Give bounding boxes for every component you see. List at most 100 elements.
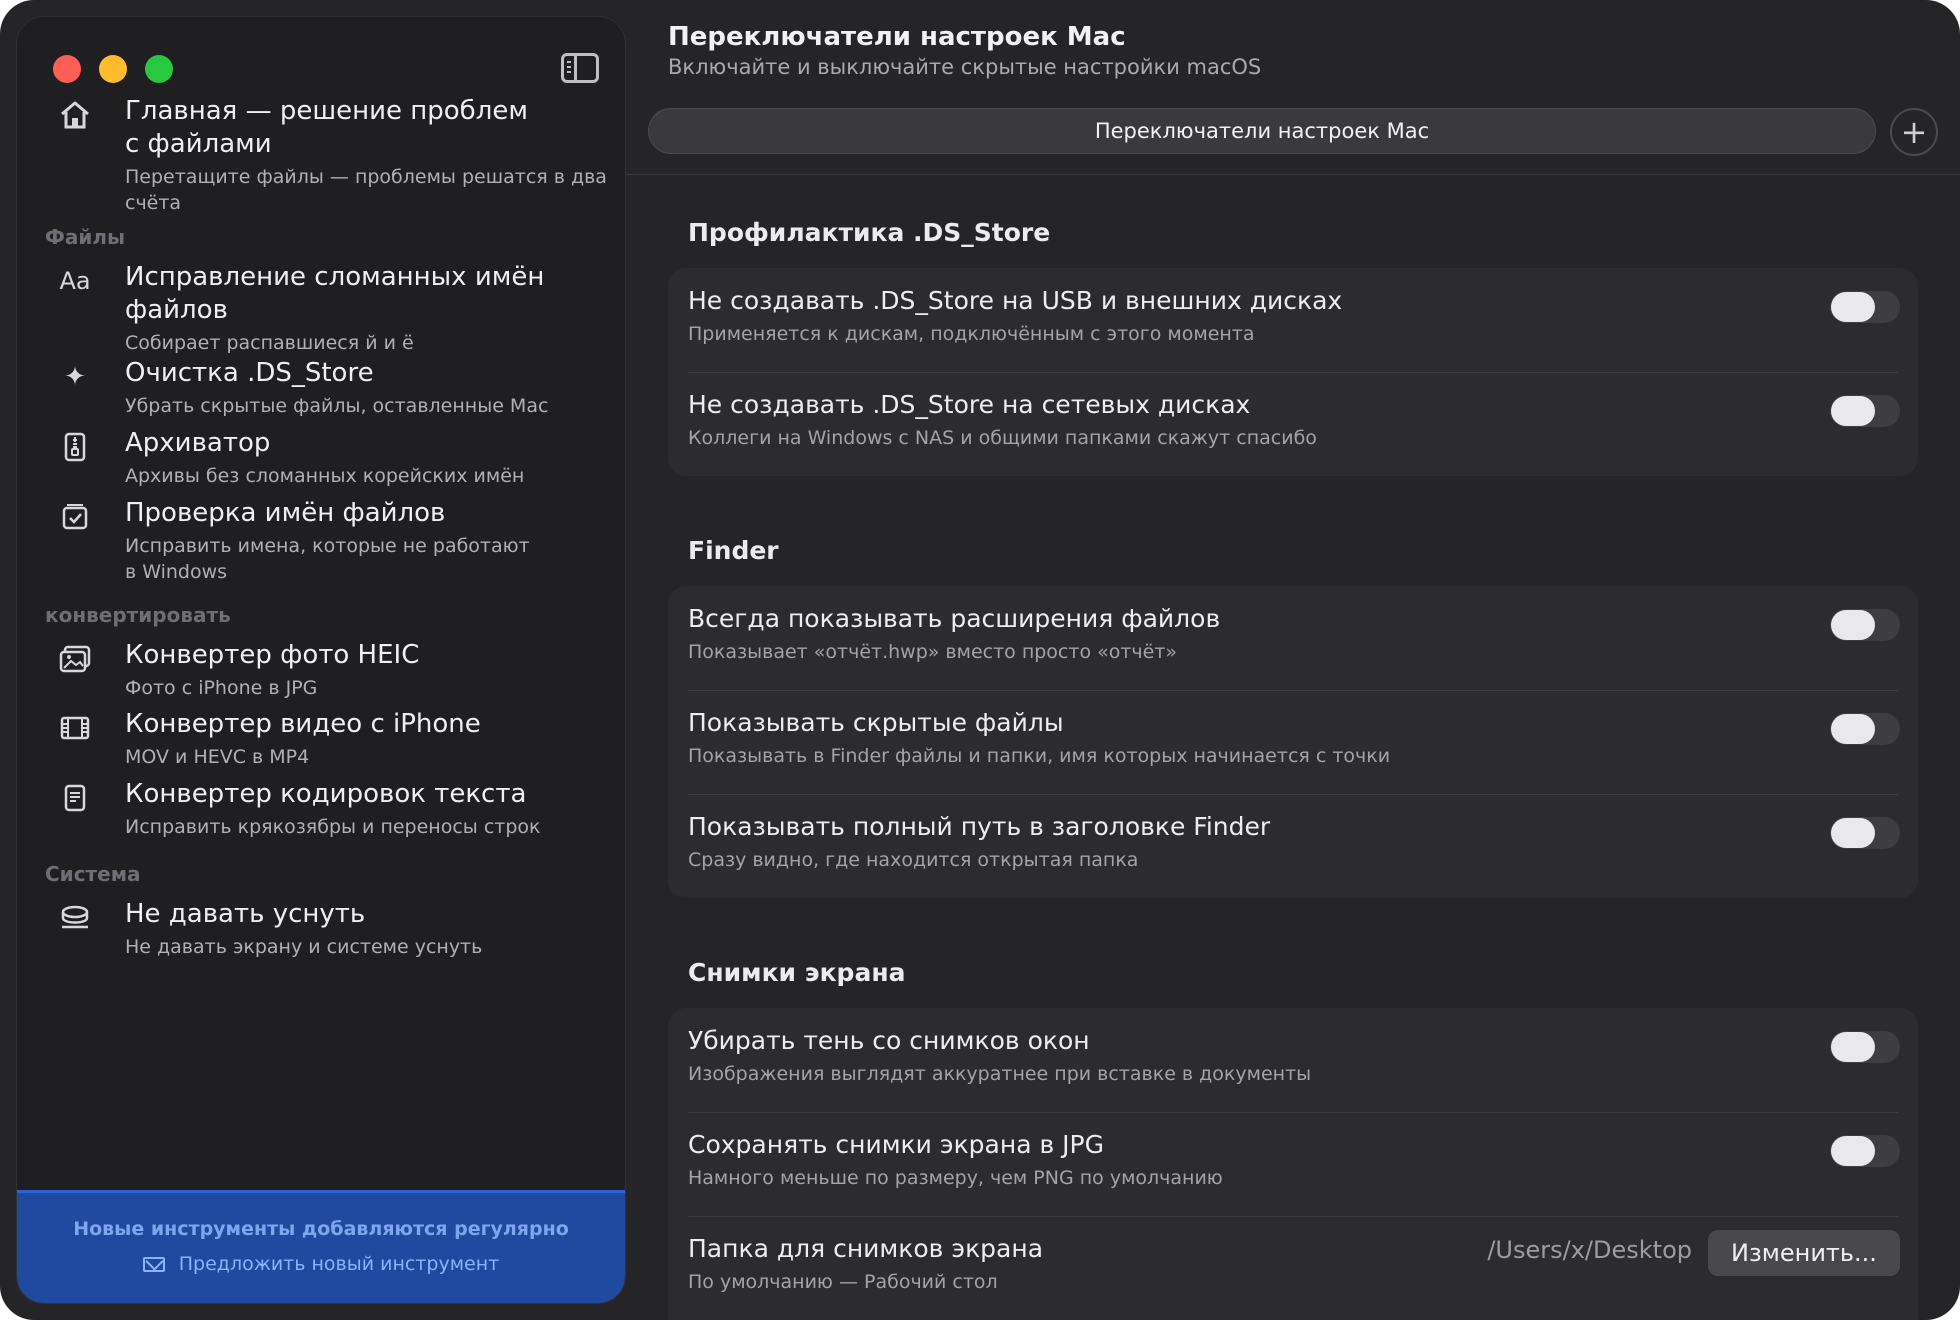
setting-subtitle: Коллеги на Windows с NAS и общими папкам… [688, 427, 1317, 449]
sparkles-icon: ✦ [64, 362, 86, 392]
settings-card-finder: Всегда показывать расширения файлов Пока… [668, 586, 1918, 898]
checklist-icon [57, 499, 93, 535]
sidebar-item-title: Конвертер кодировок текста [125, 779, 527, 809]
sidebar-item-title: с файлами [125, 129, 272, 159]
sidebar-item-home[interactable]: Главная — решение проблем с файлами Пере… [57, 95, 617, 216]
minimize-window-button[interactable] [99, 55, 127, 83]
setting-toggle[interactable] [1830, 291, 1900, 323]
setting-title: Не создавать .DS_Store на USB и внешних … [688, 286, 1343, 315]
photo-icon [57, 641, 93, 677]
page-subtitle: Включайте и выключайте скрытые настройки… [668, 55, 1262, 79]
sidebar-item-subtitle: Собирает распавшиеся й и ё [125, 332, 414, 354]
header-divider [626, 174, 1960, 175]
sidebar-item-ds-store-clean[interactable]: ✦ Очистка .DS_Store Убрать скрытые файлы… [57, 357, 617, 419]
setting-subtitle: По умолчанию — Рабочий стол [688, 1271, 998, 1293]
film-icon [57, 710, 93, 746]
sidebar-footer: Новые инструменты добавляются регулярно … [17, 1190, 625, 1303]
sidebar: Главная — решение проблем с файлами Пере… [16, 16, 626, 1304]
sidebar-item-subtitle: Перетащите файлы — проблемы решатся в дв… [125, 166, 607, 188]
sidebar-item-subtitle: Не давать экрану и системе уснуть [125, 936, 483, 958]
text-aa-icon: Aa [59, 267, 91, 295]
setting-toggle[interactable] [1830, 1031, 1900, 1063]
sidebar-item-title: Проверка имён файлов [125, 498, 446, 528]
sidebar-item-subtitle: Убрать скрытые файлы, оставленные Mac [125, 395, 549, 417]
setting-row: Не создавать .DS_Store на сетевых дисках… [668, 372, 1918, 476]
setting-toggle[interactable] [1830, 395, 1900, 427]
sidebar-item-encoding-converter[interactable]: Конвертер кодировок текста Исправить кря… [57, 778, 617, 840]
setting-title: Убирать тень со снимков окон [688, 1026, 1090, 1055]
tab-mac-toggles[interactable]: Переключатели настроек Mac [1095, 119, 1429, 143]
page-title: Переключатели настроек Mac [668, 22, 1126, 52]
settings-card-screenshots: Убирать тень со снимков окон Изображения… [668, 1008, 1918, 1320]
sidebar-item-archiver[interactable]: Архиватор Архивы без сломанных корейских… [57, 427, 617, 489]
setting-toggle[interactable] [1830, 817, 1900, 849]
zoom-window-button[interactable] [145, 55, 173, 83]
setting-title: Не создавать .DS_Store на сетевых дисках [688, 390, 1251, 419]
setting-subtitle: Сразу видно, где находится открытая папк… [688, 849, 1139, 871]
setting-row: Всегда показывать расширения файлов Пока… [668, 586, 1918, 690]
setting-row: Папка для снимков экрана По умолчанию — … [668, 1216, 1918, 1320]
sidebar-item-title: Исправление сломанных имён [125, 262, 545, 292]
setting-title: Всегда показывать расширения файлов [688, 604, 1221, 633]
sidebar-item-filename-fix[interactable]: Aa Исправление сломанных имён файлов Соб… [57, 261, 617, 356]
tab-bar: Переключатели настроек Mac [648, 108, 1876, 154]
sidebar-item-subtitle: Исправить крякозябры и переносы строк [125, 816, 541, 838]
section-label-convert: конвертировать [45, 603, 231, 627]
setting-toggle[interactable] [1830, 609, 1900, 641]
setting-toggle[interactable] [1830, 1135, 1900, 1167]
document-icon [57, 780, 93, 816]
settings-card-ds-store: Не создавать .DS_Store на USB и внешних … [668, 268, 1918, 476]
group-title-screenshots: Снимки экрана [688, 958, 906, 987]
sidebar-item-subtitle: счёта [125, 192, 182, 214]
setting-subtitle: Применяется к дискам, подключённым с это… [688, 323, 1255, 345]
sidebar-item-title: Очистка .DS_Store [125, 358, 374, 388]
screenshot-folder-path: /Users/x/Desktop [1487, 1236, 1692, 1264]
setting-row: Убирать тень со снимков окон Изображения… [668, 1008, 1918, 1112]
setting-row: Показывать полный путь в заголовке Finde… [668, 794, 1918, 898]
setting-row: Показывать скрытые файлы Показывать в Fi… [668, 690, 1918, 794]
sidebar-item-subtitle: Архивы без сломанных корейских имён [125, 465, 525, 487]
section-label-system: Система [45, 862, 141, 886]
section-label-files: Файлы [45, 225, 126, 249]
group-title-ds-store: Профилактика .DS_Store [688, 218, 1051, 247]
house-icon [57, 97, 93, 133]
suggest-tool-label: Предложить новый инструмент [178, 1253, 500, 1275]
setting-subtitle: Намного меньше по размеру, чем PNG по ум… [688, 1167, 1223, 1189]
sidebar-item-subtitle: Исправить имена, которые не работают [125, 535, 530, 557]
setting-title: Показывать полный путь в заголовке Finde… [688, 812, 1271, 841]
setting-toggle[interactable] [1830, 713, 1900, 745]
change-folder-button[interactable]: Изменить... [1708, 1230, 1900, 1276]
group-title-finder: Finder [688, 536, 779, 565]
main-content: Переключатели настроек Mac Включайте и в… [626, 0, 1960, 1320]
sidebar-item-title: файлов [125, 295, 228, 325]
sidebar-item-title: Архиватор [125, 428, 271, 458]
setting-title: Показывать скрытые файлы [688, 708, 1064, 737]
window-controls [53, 55, 173, 83]
footer-note: Новые инструменты добавляются регулярно [73, 1218, 569, 1240]
setting-title: Папка для снимков экрана [688, 1234, 1044, 1263]
sidebar-item-subtitle: в Windows [125, 561, 228, 583]
cup-icon [57, 900, 93, 936]
close-window-button[interactable] [53, 55, 81, 83]
setting-subtitle: Показывать в Finder файлы и папки, имя к… [688, 745, 1391, 767]
sidebar-item-keep-awake[interactable]: Не давать уснуть Не давать экрану и сист… [57, 898, 617, 960]
suggest-tool-link[interactable]: Предложить новый инструмент [17, 1253, 625, 1275]
sidebar-item-filename-check[interactable]: Проверка имён файлов Исправить имена, ко… [57, 497, 617, 585]
sidebar-item-title: Конвертер видео с iPhone [125, 709, 481, 739]
sidebar-item-title: Главная — решение проблем [125, 96, 528, 126]
setting-subtitle: Изображения выглядят аккуратнее при вста… [688, 1063, 1312, 1085]
sidebar-item-subtitle: MOV и HEVC в MP4 [125, 746, 310, 768]
setting-row: Не создавать .DS_Store на USB и внешних … [668, 268, 1918, 372]
setting-subtitle: Показывает «отчёт.hwp» вместо просто «от… [688, 641, 1178, 663]
archive-icon [57, 429, 93, 465]
sidebar-item-title: Конвертер фото HEIC [125, 640, 420, 670]
envelope-icon [142, 1257, 165, 1272]
sidebar-toggle-icon[interactable] [561, 53, 599, 83]
sidebar-item-title: Не давать уснуть [125, 899, 366, 929]
sidebar-item-video-converter[interactable]: Конвертер видео с iPhone MOV и HEVC в MP… [57, 708, 617, 770]
add-tab-button[interactable]: + [1890, 108, 1938, 156]
sidebar-item-subtitle: Фото с iPhone в JPG [125, 677, 318, 699]
setting-row: Сохранять снимки экрана в JPG Намного ме… [668, 1112, 1918, 1216]
sidebar-item-heic-converter[interactable]: Конвертер фото HEIC Фото с iPhone в JPG [57, 639, 617, 701]
setting-title: Сохранять снимки экрана в JPG [688, 1130, 1104, 1159]
